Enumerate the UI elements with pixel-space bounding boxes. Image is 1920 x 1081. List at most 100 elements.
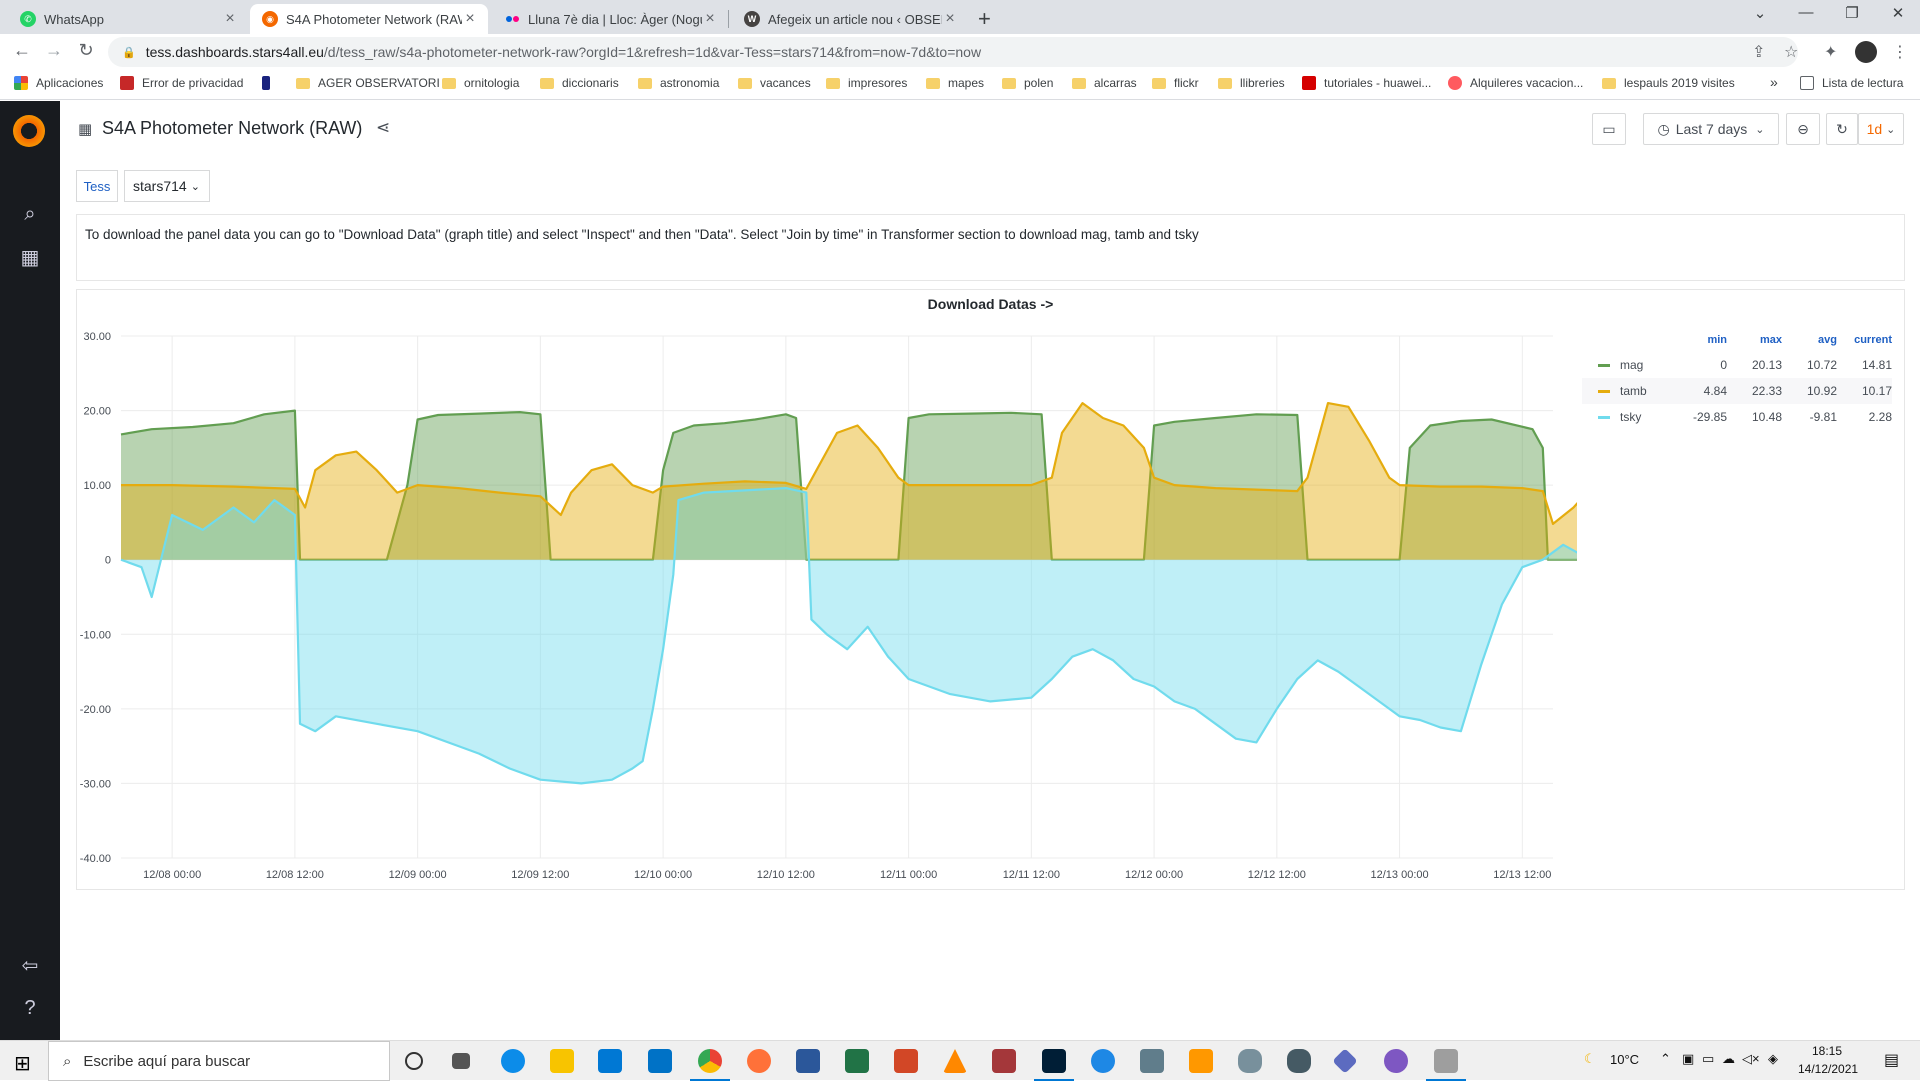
cloud-icon[interactable]: ☁ [1722, 1051, 1735, 1067]
powerpoint-icon[interactable] [894, 1049, 918, 1073]
edge-icon[interactable] [501, 1049, 525, 1073]
folder-icon [1072, 77, 1086, 89]
bookmark-item[interactable]: tutoriales - huawei... [1302, 76, 1431, 90]
weather-temperature[interactable]: 10°C [1610, 1052, 1639, 1067]
app-icon[interactable] [1332, 1048, 1358, 1074]
bookmark-star-icon[interactable]: ☆ [1784, 42, 1798, 62]
excel-icon[interactable] [845, 1049, 869, 1073]
bookmark-folder[interactable]: vacances [738, 76, 811, 90]
close-icon[interactable]: × [702, 10, 718, 28]
file-explorer-icon[interactable] [550, 1049, 574, 1073]
camera-icon[interactable]: ▣ [1682, 1051, 1694, 1067]
bookmark-folder[interactable]: diccionaris [540, 76, 619, 90]
zoom-out-button[interactable]: ⊖ [1786, 113, 1820, 145]
close-icon[interactable]: × [942, 10, 958, 28]
maximize-button[interactable]: ❐ [1832, 4, 1872, 22]
bookmark-folder[interactable]: mapes [926, 76, 984, 90]
word-icon[interactable] [796, 1049, 820, 1073]
reload-button[interactable]: ↻ [74, 40, 98, 61]
mail-icon[interactable] [648, 1049, 672, 1073]
bookmark-folder[interactable]: flickr [1152, 76, 1199, 90]
grafana-logo-icon[interactable] [13, 115, 45, 147]
menu-kebab-icon[interactable]: ⋮ [1892, 42, 1908, 62]
bookmark-label: vacances [760, 76, 811, 90]
tab-wordpress[interactable]: W Afegeix un article nou ‹ OBSERVA × [732, 4, 968, 34]
task-view-icon[interactable] [452, 1053, 470, 1069]
app-icon[interactable] [1426, 1049, 1466, 1081]
legend-header-current[interactable]: current [1837, 334, 1892, 352]
bookmark-apps[interactable]: Aplicaciones [14, 76, 103, 90]
extensions-icon[interactable]: ✦ [1824, 42, 1837, 62]
weather-moon-icon[interactable]: ☾ [1584, 1051, 1596, 1067]
search-icon[interactable]: ⌕ [18, 203, 42, 226]
tab-grafana[interactable]: ◉ S4A Photometer Network (RAW) × [250, 4, 488, 34]
bookmark-folder[interactable]: polen [1002, 76, 1053, 90]
app-icon[interactable] [1287, 1049, 1311, 1073]
clock-time[interactable]: 18:15 [1812, 1044, 1842, 1058]
legend-header-avg[interactable]: avg [1782, 334, 1837, 352]
more-bookmarks-button[interactable]: » [1770, 74, 1778, 90]
share-icon[interactable]: ⋖ [376, 118, 390, 138]
sign-in-icon[interactable]: ⇦ [18, 953, 42, 978]
tab-whatsapp[interactable]: ✆ WhatsApp × [8, 4, 248, 34]
back-button[interactable]: ← [10, 40, 34, 61]
bookmark-folder[interactable]: llibreries [1218, 76, 1285, 90]
bookmark-folder[interactable]: lespauls 2019 visites [1602, 76, 1735, 90]
firefox-icon[interactable] [747, 1049, 771, 1073]
volume-muted-icon[interactable]: ◁× [1742, 1051, 1760, 1067]
tab-search-icon[interactable]: ⌄ [1740, 4, 1780, 22]
close-window-button[interactable]: ✕ [1878, 4, 1918, 22]
tab-flickr[interactable]: Lluna 7è dia | Lloc: Àger (Noguer × [492, 4, 728, 34]
dashboard-title[interactable]: S4A Photometer Network (RAW) [102, 118, 362, 139]
legend-header-min[interactable]: min [1672, 334, 1727, 352]
close-icon[interactable]: × [462, 10, 478, 28]
legend-header-max[interactable]: max [1727, 334, 1782, 352]
app-icon[interactable] [1238, 1049, 1262, 1073]
bookmark-folder[interactable]: alcarras [1072, 76, 1137, 90]
app-icon[interactable] [1091, 1049, 1115, 1073]
timeseries-chart[interactable]: 30.00 20.00 10.00 0 -10.00 -20.00 -30.00 -40.00… [77, 290, 1577, 891]
lightroom-icon[interactable] [1034, 1049, 1074, 1081]
dropbox-icon[interactable]: ◈ [1768, 1051, 1778, 1067]
address-bar[interactable]: 🔒 tess.dashboards.stars4all.eu/d/tess_ra… [108, 37, 1798, 67]
refresh-interval-picker[interactable]: 1d ⌄ [1858, 113, 1904, 145]
legend-row-mag[interactable]: mag 0 20.13 10.72 14.81 [1582, 352, 1892, 378]
chrome-icon[interactable] [690, 1049, 730, 1081]
bookmark-item[interactable] [262, 76, 278, 90]
time-picker-button[interactable]: ◷ Last 7 days ⌄ [1643, 113, 1779, 145]
close-icon[interactable]: × [222, 10, 238, 28]
minimize-button[interactable]: — [1786, 4, 1826, 21]
tv-mode-button[interactable]: ▭ [1592, 113, 1626, 145]
dashboards-icon[interactable]: ▦ [18, 245, 42, 270]
store-icon[interactable] [598, 1049, 622, 1073]
help-icon[interactable]: ? [18, 997, 42, 1020]
app-icon[interactable] [1384, 1049, 1408, 1073]
vlc-icon[interactable] [943, 1049, 967, 1073]
taskbar-search-box[interactable]: ⌕ Escribe aquí para buscar [48, 1041, 390, 1081]
bookmark-folder[interactable]: astronomia [638, 76, 719, 90]
bookmark-item[interactable]: Alquileres vacacion... [1448, 76, 1583, 90]
y-tick-label: -30.00 [80, 778, 111, 790]
cortana-icon[interactable] [405, 1052, 423, 1070]
bookmark-folder[interactable]: impresores [826, 76, 907, 90]
notifications-icon[interactable]: ▤ [1884, 1050, 1899, 1070]
clock-date[interactable]: 14/12/2021 [1798, 1062, 1858, 1076]
bookmark-item[interactable]: Error de privacidad [120, 76, 243, 90]
new-tab-button[interactable]: + [978, 6, 991, 32]
reading-list-button[interactable]: Lista de lectura [1800, 76, 1903, 90]
calculator-icon[interactable] [1140, 1049, 1164, 1073]
chevron-up-icon[interactable]: ⌃ [1660, 1051, 1671, 1067]
variable-select-tess[interactable]: stars714 ⌄ [124, 170, 210, 202]
forward-button[interactable]: → [42, 40, 66, 61]
profile-avatar[interactable] [1855, 41, 1877, 63]
legend-row-tsky[interactable]: tsky -29.85 10.48 -9.81 2.28 [1582, 404, 1892, 430]
legend-row-tamb[interactable]: tamb 4.84 22.33 10.92 10.17 [1582, 378, 1892, 404]
access-icon[interactable] [992, 1049, 1016, 1073]
refresh-button[interactable]: ↻ [1826, 113, 1858, 145]
app-icon[interactable] [1189, 1049, 1213, 1073]
monitor-icon[interactable]: ▭ [1702, 1051, 1714, 1067]
share-page-icon[interactable]: ⇪ [1752, 42, 1765, 62]
bookmark-folder[interactable]: AGER OBSERVATORI [296, 76, 440, 90]
bookmark-folder[interactable]: ornitologia [442, 76, 519, 90]
windows-start-icon[interactable]: ⊞ [14, 1051, 31, 1076]
